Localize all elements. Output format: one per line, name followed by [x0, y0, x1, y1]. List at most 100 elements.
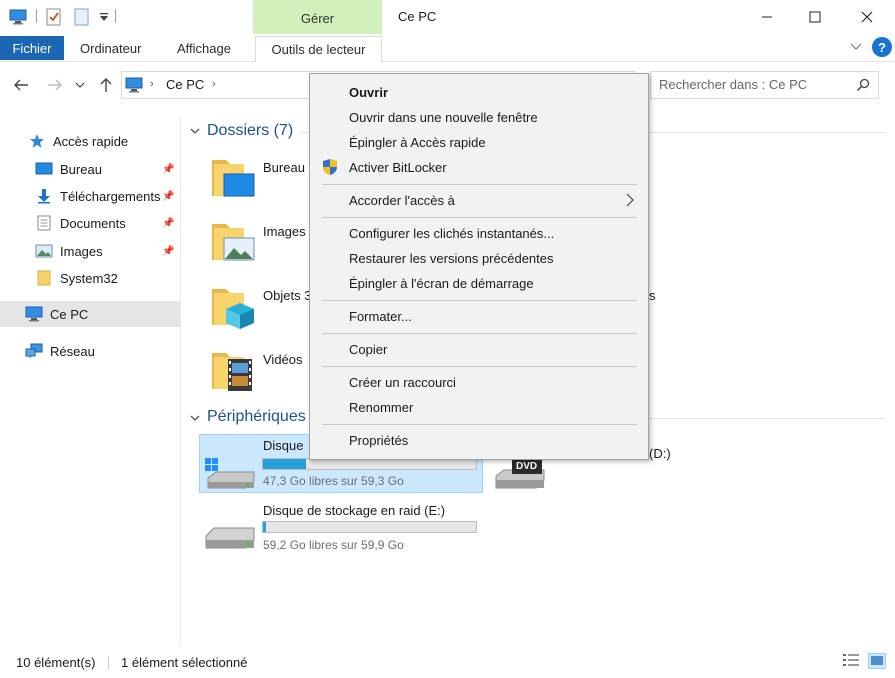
folder-label[interactable]: Images: [263, 224, 306, 239]
help-icon[interactable]: ?: [872, 37, 892, 57]
breadcrumb-this-pc[interactable]: Ce PC: [166, 77, 204, 92]
menu-item-properties[interactable]: Propriétés: [349, 433, 408, 448]
sidebar-item-label: Documents: [60, 215, 126, 231]
menu-item-open[interactable]: Ouvrir: [349, 85, 388, 100]
new-folder-icon[interactable]: [72, 7, 92, 27]
folder-label[interactable]: Vidéos: [263, 352, 303, 367]
computer-icon: [125, 77, 143, 96]
status-separator: [108, 656, 109, 670]
sidebar-item-documents[interactable]: Documents 📌: [0, 210, 180, 236]
drive-e-usage-fill: [263, 522, 266, 532]
star-icon: [28, 133, 46, 149]
search-icon[interactable]: [856, 78, 870, 95]
menu-item-rename[interactable]: Renommer: [349, 400, 413, 415]
sidebar-item-label: Ce PC: [50, 306, 89, 322]
tab-file[interactable]: Fichier: [0, 36, 64, 60]
computer-icon: [8, 7, 28, 27]
dvd-badge: DVD: [516, 461, 538, 472]
sidebar-item-label: Bureau: [60, 161, 102, 177]
chevron-down-icon[interactable]: [190, 411, 200, 425]
folder-pictures-icon[interactable]: [210, 218, 255, 261]
sidebar-item-label: Images: [60, 243, 103, 259]
shield-icon: [322, 158, 338, 179]
window-title: Ce PC: [398, 9, 437, 24]
folders-group-header[interactable]: Dossiers (7): [207, 122, 293, 140]
chevron-down-icon[interactable]: [848, 39, 864, 55]
pin-icon[interactable]: 📌: [162, 191, 174, 202]
chevron-right-icon: [626, 193, 634, 210]
maximize-button[interactable]: [792, 0, 838, 34]
sidebar-item-downloads[interactable]: Téléchargements 📌: [0, 183, 180, 209]
menu-item-format[interactable]: Formater...: [349, 309, 412, 324]
drive-e-free-space: 59,2 Go libres sur 59,9 Go: [263, 538, 404, 552]
minimize-button[interactable]: [744, 0, 790, 34]
context-menu: Ouvrir Ouvrir dans une nouvelle fenêtre …: [309, 73, 649, 460]
folder-label[interactable]: s: [649, 288, 656, 303]
status-selection-count: 1 élément sélectionné: [121, 655, 248, 670]
tab-computer[interactable]: Ordinateur: [80, 36, 141, 60]
folder-desktop-icon[interactable]: [210, 154, 255, 197]
sidebar-item-pictures[interactable]: Images 📌: [0, 238, 180, 264]
sidebar-item-label: System32: [60, 270, 118, 286]
search-box[interactable]: [650, 71, 879, 99]
folder-videos-icon[interactable]: [210, 347, 252, 391]
chevron-right-icon[interactable]: ›: [150, 78, 154, 90]
document-icon: [35, 215, 53, 231]
menu-item-shadow-copies[interactable]: Configurer les clichés instantanés...: [349, 226, 554, 241]
menu-item-copy[interactable]: Copier: [349, 342, 387, 357]
tab-drive-tools[interactable]: Outils de lecteur: [255, 36, 382, 62]
sidebar-item-network[interactable]: Réseau: [0, 338, 180, 364]
menu-item-pin-quick-access[interactable]: Épingler à Accès rapide: [349, 135, 486, 150]
folder-3d-objects-icon[interactable]: [210, 283, 254, 329]
drive-c-free-space: 47,3 Go libres sur 59,3 Go: [263, 474, 404, 488]
status-item-count: 10 élément(s): [16, 655, 96, 670]
group-divider: [649, 418, 885, 419]
sidebar-item-this-pc[interactable]: Ce PC: [0, 301, 180, 327]
computer-icon: [25, 306, 43, 322]
picture-icon: [35, 243, 53, 259]
recent-locations-button[interactable]: [72, 74, 88, 96]
drive-c-label[interactable]: Disque: [263, 438, 303, 453]
back-button[interactable]: [10, 74, 32, 96]
manage-group-header: Gérer: [253, 0, 382, 36]
menu-separator: [322, 424, 637, 425]
menu-separator: [322, 333, 637, 334]
sidebar-item-quick-access[interactable]: Accès rapide: [0, 128, 180, 154]
chevron-right-icon[interactable]: ›: [212, 78, 216, 90]
menu-item-bitlocker[interactable]: Activer BitLocker: [349, 160, 447, 175]
drive-e-label[interactable]: Disque de stockage en raid (E:): [263, 503, 445, 518]
sidebar-item-desktop[interactable]: Bureau 📌: [0, 156, 180, 182]
tab-view[interactable]: Affichage: [177, 36, 231, 60]
large-icons-view-icon[interactable]: [868, 653, 886, 669]
sidebar-item-system32[interactable]: System32: [0, 265, 180, 291]
drive-c-usage-fill: [263, 459, 306, 469]
devices-group-header[interactable]: Périphériques: [207, 408, 306, 426]
folder-label[interactable]: Objets 3: [263, 288, 311, 303]
menu-item-create-shortcut[interactable]: Créer un raccourci: [349, 375, 456, 390]
menu-item-restore-versions[interactable]: Restaurer les versions précédentes: [349, 251, 554, 266]
forward-button[interactable]: [44, 74, 66, 96]
search-input[interactable]: [659, 77, 849, 92]
drive-d-label[interactable]: (D:): [649, 446, 671, 461]
chevron-down-icon[interactable]: [190, 124, 200, 138]
menu-separator: [322, 217, 637, 218]
sidebar-item-label: Réseau: [50, 343, 95, 359]
desktop-icon: [35, 161, 53, 177]
pin-icon[interactable]: 📌: [162, 246, 174, 257]
menu-item-pin-start[interactable]: Épingler à l'écran de démarrage: [349, 276, 534, 291]
close-button[interactable]: [844, 0, 890, 34]
customize-toolbar-icon[interactable]: [94, 7, 114, 27]
sidebar-item-label: Accès rapide: [53, 133, 129, 149]
drive-e-usage-bar: [262, 521, 477, 533]
folder-label[interactable]: Bureau: [263, 160, 305, 175]
up-button[interactable]: [95, 74, 117, 96]
pin-icon[interactable]: 📌: [162, 218, 174, 229]
menu-item-open-new-window[interactable]: Ouvrir dans une nouvelle fenêtre: [349, 110, 538, 125]
properties-icon[interactable]: [44, 7, 64, 27]
toolbar-separator: [36, 9, 37, 23]
menu-item-give-access[interactable]: Accorder l'accès à: [349, 193, 455, 208]
details-view-icon[interactable]: [842, 653, 860, 669]
download-icon: [35, 188, 53, 204]
hard-drive-icon[interactable]: [204, 524, 256, 557]
pin-icon[interactable]: 📌: [162, 164, 174, 175]
